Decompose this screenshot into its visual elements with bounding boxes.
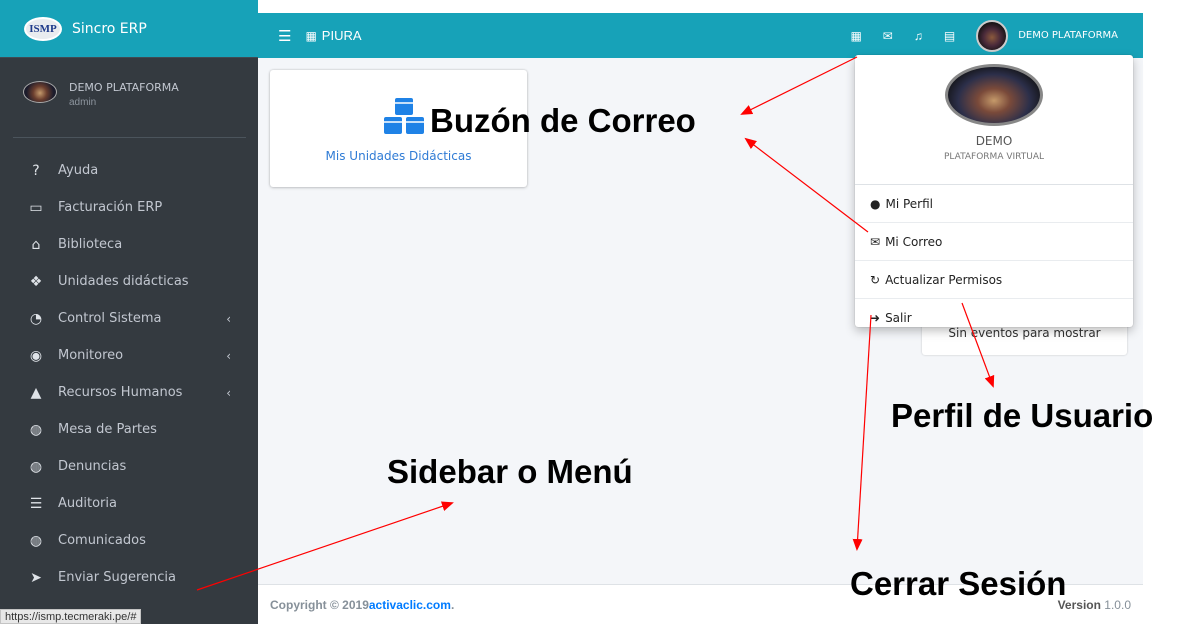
chevron-left-icon: ‹	[226, 311, 231, 326]
sidebar-item-label: Control Sistema	[58, 311, 162, 326]
menu-item-salir[interactable]: ➜ Salir	[855, 299, 1133, 337]
sidebar-item-control-sistema[interactable]: ◔ Control Sistema ‹	[0, 300, 258, 337]
sidebar-item-label: Facturación ERP	[58, 200, 163, 215]
sidebar-item-label: Monitoreo	[58, 348, 124, 363]
dropdown-user-subtitle: PLATAFORMA VIRTUAL	[943, 152, 1045, 162]
menu-item-mi-correo[interactable]: ✉ Mi Correo	[855, 223, 1133, 261]
user-role: admin	[69, 97, 97, 108]
globe-icon: ◍	[29, 458, 43, 475]
globe-icon: ◍	[29, 421, 43, 438]
sidebar-item-label: Ayuda	[58, 163, 99, 178]
apps-grid-icon[interactable]: ▦	[850, 29, 861, 43]
sidebar-item-monitoreo[interactable]: ◉ Monitoreo ‹	[0, 337, 258, 374]
sidebar-item-label: Comunicados	[58, 533, 146, 548]
paper-plane-icon: ➤	[30, 569, 42, 586]
list-icon: ☰	[29, 495, 43, 512]
menu-item-label: Mi Perfil	[885, 196, 934, 211]
menu-item-label: Salir	[885, 311, 912, 325]
sidebar-item-recursos-humanos[interactable]: ▲ Recursos Humanos ‹	[0, 374, 258, 411]
version-info: Version 1.0.0	[1058, 598, 1131, 612]
sidebar-item-facturacion[interactable]: ▭ Facturación ERP	[0, 189, 258, 226]
user-dropdown-menu: DEMO PLATAFORMA VIRTUAL ● Mi Perfil ✉ Mi C…	[855, 55, 1133, 327]
user-panel[interactable]: DEMO PLATAFORMA admin	[0, 58, 258, 137]
avatar	[23, 81, 57, 103]
annotation-mailbox: Buzón de Correo	[430, 102, 696, 139]
card-label: Mis Unidades Didácticas	[325, 149, 472, 163]
brand-link[interactable]: ISMP Sincro ERP	[0, 0, 258, 58]
university-icon: ⌂	[31, 236, 41, 253]
sidebar-item-auditoria[interactable]: ☰ Auditoria	[0, 485, 258, 522]
sidebar-item-label: Denuncias	[58, 459, 127, 474]
cubes-icon: ❖	[29, 273, 43, 290]
sidebar-item-enviar-sugerencia[interactable]: ➤ Enviar Sugerencia	[0, 559, 258, 596]
sidebar-item-label: Recursos Humanos	[58, 385, 183, 400]
sidebar-item-label: Enviar Sugerencia	[58, 570, 176, 585]
sidebar-item-ayuda[interactable]: ? Ayuda	[0, 152, 258, 189]
question-circle-icon: ?	[32, 162, 40, 179]
location-label[interactable]: PIURA	[322, 28, 362, 43]
dropdown-user-name: DEMO	[975, 134, 1013, 148]
tachometer-icon: ◔	[29, 310, 43, 327]
user-menu-name[interactable]: DEMO PLATAFORMA	[1018, 30, 1118, 41]
top-navbar: ☰ ▦ PIURA ▦ ✉ ♫ ▤ DEMO PLATAFORMA	[258, 13, 1143, 58]
sidebar-item-biblioteca[interactable]: ⌂ Biblioteca	[0, 226, 258, 263]
chevron-left-icon: ‹	[226, 385, 231, 400]
menu-item-mi-perfil[interactable]: ● Mi Perfil	[855, 185, 1133, 223]
sidebar-item-label: Biblioteca	[58, 237, 123, 252]
sign-out-icon: ➜	[870, 311, 881, 325]
brand-name: Sincro ERP	[72, 20, 147, 37]
hamburger-menu-icon[interactable]: ☰	[278, 27, 291, 45]
graduation-cap-icon: ▲	[30, 384, 42, 401]
annotation-profile: Perfil de Usuario	[891, 397, 1154, 434]
brand-logo: ISMP	[24, 16, 62, 41]
building-icon: ▦	[305, 28, 317, 43]
chevron-left-icon: ‹	[226, 348, 231, 363]
sidebar-item-label: Mesa de Partes	[58, 422, 157, 437]
envelope-icon: ✉	[870, 234, 881, 249]
version-number: 1.0.0	[1104, 597, 1131, 612]
cubes-icon	[384, 98, 424, 134]
user-avatar-button[interactable]	[976, 19, 1009, 52]
sidebar-item-comunicados[interactable]: ◍ Comunicados	[0, 522, 258, 559]
eye-icon: ◉	[29, 347, 43, 364]
sidebar-divider	[13, 137, 246, 138]
app-window: ISMP Sincro ERP DEMO PLATAFORMA admin ? A…	[0, 0, 1185, 624]
status-bar-url: https://ismp.tecmeraki.pe/#	[0, 609, 142, 624]
sidebar-item-unidades[interactable]: ❖ Unidades didácticas	[0, 263, 258, 300]
money-bill-icon: ▭	[29, 199, 43, 216]
copyright-suffix: .	[450, 597, 455, 612]
annotation-logout: Cerrar Sesión	[850, 565, 1067, 602]
user-icon: ●	[870, 196, 881, 211]
globe-icon: ◍	[29, 532, 43, 549]
sidebar-item-label: Auditoria	[58, 496, 117, 511]
user-name: DEMO PLATAFORMA	[69, 81, 179, 94]
company-link[interactable]: activaclic.com	[369, 598, 451, 612]
sync-icon: ↻	[870, 272, 881, 287]
menu-item-label: Actualizar Permisos	[885, 272, 1003, 287]
dropdown-avatar	[945, 64, 1043, 126]
sidebar-nav: ? Ayuda ▭ Facturación ERP ⌂ Biblioteca ❖ Uni…	[0, 152, 258, 596]
sidebar-item-label: Unidades didácticas	[58, 274, 189, 289]
copyright-text: Copyright © 2019	[270, 597, 369, 612]
menu-item-label: Mi Correo	[885, 234, 943, 249]
bell-icon[interactable]: ♫	[914, 29, 923, 43]
sidebar-item-mesa-de-partes[interactable]: ◍ Mesa de Partes	[0, 411, 258, 448]
sidebar: ISMP Sincro ERP DEMO PLATAFORMA admin ? A…	[0, 0, 258, 624]
menu-item-actualizar-permisos[interactable]: ↻ Actualizar Permisos	[855, 261, 1133, 299]
calendar-icon[interactable]: ▤	[944, 29, 955, 43]
envelope-icon[interactable]: ✉	[883, 29, 893, 43]
annotation-sidebar: Sidebar o Menú	[387, 453, 633, 490]
sidebar-item-denuncias[interactable]: ◍ Denuncias	[0, 448, 258, 485]
